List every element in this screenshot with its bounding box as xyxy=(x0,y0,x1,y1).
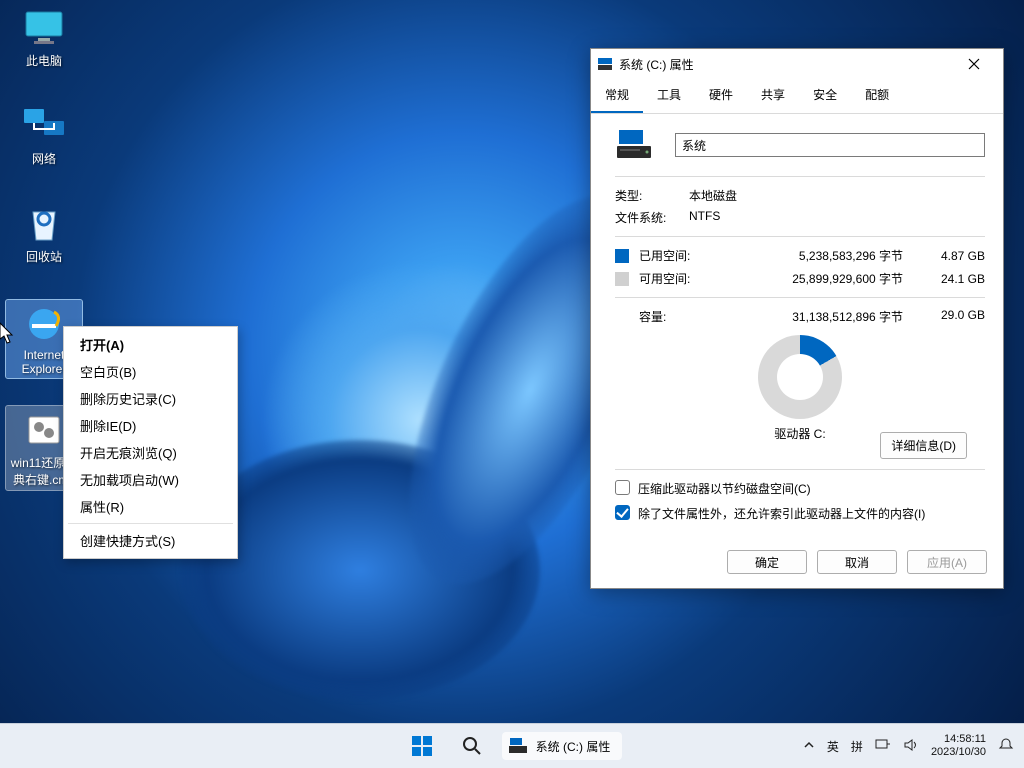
ctx-properties[interactable]: 属性(R) xyxy=(64,493,237,520)
filesystem-label: 文件系统: xyxy=(615,209,689,226)
ctx-inprivate[interactable]: 开启无痕浏览(Q) xyxy=(64,439,237,466)
tab-hardware[interactable]: 硬件 xyxy=(695,79,747,113)
compress-checkbox[interactable] xyxy=(615,480,630,495)
titlebar[interactable]: 系统 (C:) 属性 xyxy=(591,49,1003,79)
drive-icon xyxy=(597,56,613,72)
properties-dialog: 系统 (C:) 属性 常规 工具 硬件 共享 安全 配额 类型: 本地磁盘 文件… xyxy=(590,48,1004,589)
ctx-separator xyxy=(68,523,233,524)
network-icon xyxy=(20,104,68,148)
ctx-delete-ie[interactable]: 删除IE(D) xyxy=(64,412,237,439)
tab-sharing[interactable]: 共享 xyxy=(747,79,799,113)
desktop-icon-recycle-bin[interactable]: 回收站 xyxy=(6,202,82,265)
filesystem-value: NTFS xyxy=(689,209,720,226)
type-label: 类型: xyxy=(615,187,689,204)
free-label: 可用空间: xyxy=(639,270,731,287)
ctx-clear-history[interactable]: 删除历史记录(C) xyxy=(64,385,237,412)
ctx-blank-page[interactable]: 空白页(B) xyxy=(64,358,237,385)
tab-bar: 常规 工具 硬件 共享 安全 配额 xyxy=(591,79,1003,114)
monitor-icon xyxy=(20,6,68,50)
free-bytes: 25,899,929,600 字节 xyxy=(731,270,929,287)
usage-pie-chart xyxy=(758,335,842,419)
free-swatch xyxy=(615,272,629,286)
drive-icon xyxy=(508,736,528,756)
used-swatch xyxy=(615,249,629,263)
search-button[interactable] xyxy=(452,726,492,766)
used-bytes: 5,238,583,296 字节 xyxy=(731,247,929,264)
window-title: 系统 (C:) 属性 xyxy=(619,56,951,73)
batch-file-icon xyxy=(20,408,68,452)
tab-quota[interactable]: 配额 xyxy=(851,79,903,113)
ctx-no-addons[interactable]: 无加载项启动(W) xyxy=(64,466,237,493)
capacity-bytes: 31,138,512,896 字节 xyxy=(731,308,929,325)
used-gb: 4.87 GB xyxy=(929,249,985,263)
used-label: 已用空间: xyxy=(639,247,731,264)
cancel-button[interactable]: 取消 xyxy=(817,550,897,574)
recycle-bin-icon xyxy=(20,202,68,246)
free-gb: 24.1 GB xyxy=(929,272,985,286)
context-menu: 打开(A) 空白页(B) 删除历史记录(C) 删除IE(D) 开启无痕浏览(Q)… xyxy=(63,326,238,559)
taskbar-active-label: 系统 (C:) 属性 xyxy=(536,738,611,755)
type-value: 本地磁盘 xyxy=(689,187,737,204)
compress-label: 压缩此驱动器以节约磁盘空间(C) xyxy=(638,480,811,497)
desktop-icon-network[interactable]: 网络 xyxy=(6,104,82,167)
ctx-create-shortcut[interactable]: 创建快捷方式(S) xyxy=(64,527,237,554)
index-checkbox[interactable] xyxy=(615,505,630,520)
apply-button[interactable]: 应用(A) xyxy=(907,550,987,574)
internet-explorer-icon xyxy=(20,302,68,346)
close-button[interactable] xyxy=(951,49,997,79)
taskbar-active-window[interactable]: 系统 (C:) 属性 xyxy=(502,732,623,760)
desktop-icon-this-pc[interactable]: 此电脑 xyxy=(6,6,82,69)
drive-large-icon xyxy=(615,128,661,162)
ctx-open[interactable]: 打开(A) xyxy=(64,331,237,358)
desktop-icon-label: 网络 xyxy=(6,150,82,167)
tab-general[interactable]: 常规 xyxy=(591,79,643,113)
ok-button[interactable]: 确定 xyxy=(727,550,807,574)
taskbar: 系统 (C:) 属性 英 拼 14:58:11 2023/10/30 xyxy=(0,723,1024,768)
capacity-label: 容量: xyxy=(615,308,731,325)
desktop-icon-label: 回收站 xyxy=(6,248,82,265)
start-button[interactable] xyxy=(402,726,442,766)
desktop-icon-label: 此电脑 xyxy=(6,52,82,69)
drive-label-input[interactable] xyxy=(675,133,985,157)
capacity-gb: 29.0 GB xyxy=(929,308,985,325)
tab-tools[interactable]: 工具 xyxy=(643,79,695,113)
details-button[interactable]: 详细信息(D) xyxy=(880,432,967,459)
index-label: 除了文件属性外，还允许索引此驱动器上文件的内容(I) xyxy=(638,505,925,522)
tab-security[interactable]: 安全 xyxy=(799,79,851,113)
